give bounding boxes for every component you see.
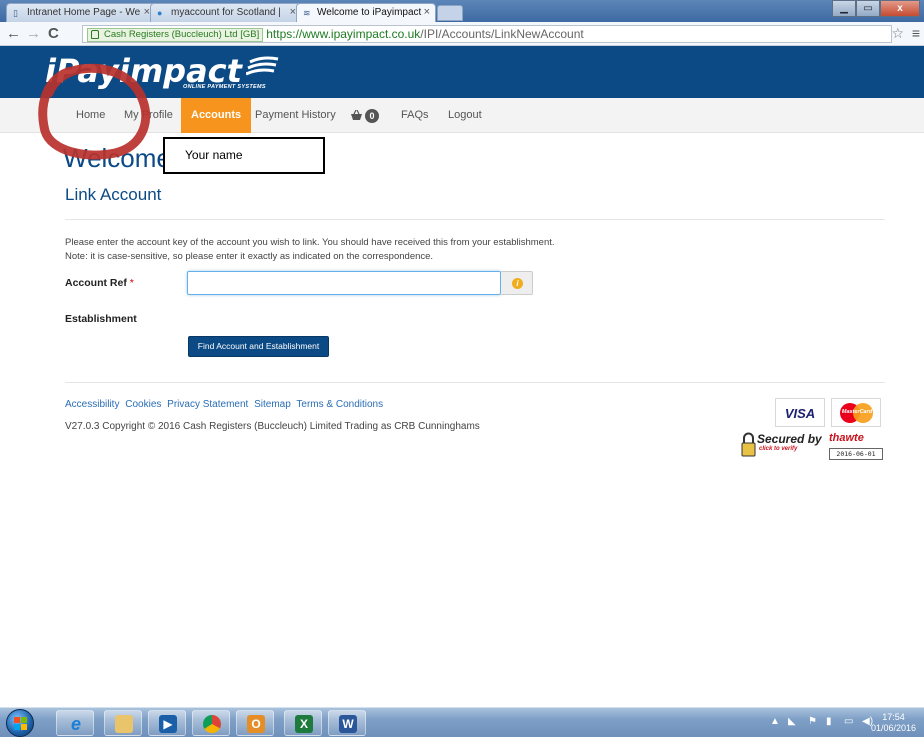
taskbar-outlook[interactable]: O	[236, 710, 274, 736]
logo-subtitle: ONLINE PAYMENT SYSTEMS	[183, 84, 266, 90]
address-bar-row: ← → C Cash Registers (Buccleuch) Ltd [GB…	[0, 22, 924, 46]
nav-home[interactable]: Home	[76, 98, 105, 133]
windows-logo-icon	[14, 717, 27, 730]
browser-tabstrip: ▯ Intranet Home Page - We × ● myaccount …	[0, 0, 924, 22]
forward-icon[interactable]: →	[26, 25, 41, 42]
footer-link-terms[interactable]: Terms & Conditions	[296, 399, 383, 410]
action-center-flag-icon[interactable]: ⚑	[808, 716, 817, 727]
page-title: Link Account	[65, 185, 162, 204]
nav-my-profile[interactable]: My Profile	[124, 98, 173, 133]
url-input[interactable]: Cash Registers (Buccleuch) Ltd [GB] http…	[82, 25, 892, 43]
logo-wave-icon	[246, 56, 279, 76]
minimize-button[interactable]: ▁	[832, 0, 856, 17]
seal-thawte-wordmark: thawte	[829, 432, 864, 444]
basket-icon	[351, 110, 362, 120]
battery-icon[interactable]: ▮	[826, 716, 832, 727]
divider	[65, 219, 885, 220]
instruction-text: Please enter the account key of the acco…	[65, 237, 555, 248]
cert-label: Cash Registers (Buccleuch) Ltd [GB]	[104, 29, 260, 40]
network-icon[interactable]: ◣	[788, 716, 796, 727]
browser-tab-ipayimpact[interactable]: ≋ Welcome to iPayimpact ×	[296, 3, 436, 22]
required-marker: *	[129, 277, 134, 289]
tab-title: myaccount for Scotland |	[171, 7, 281, 18]
footer-link-cookies[interactable]: Cookies	[125, 399, 161, 410]
tab-title: Welcome to iPayimpact	[317, 7, 422, 18]
nav-logout[interactable]: Logout	[448, 98, 482, 133]
padlock-icon	[741, 432, 756, 457]
taskbar-word[interactable]: W	[328, 710, 366, 736]
footer-link-privacy[interactable]: Privacy Statement	[167, 399, 248, 410]
excel-icon: X	[295, 715, 313, 733]
thawte-seal[interactable]: Secured by thawte click to verify 2016-0…	[738, 430, 884, 462]
taskbar-internet-explorer[interactable]: e	[56, 710, 94, 736]
lock-icon	[91, 30, 99, 39]
account-ref-label: Account Ref *	[65, 277, 134, 289]
taskbar-clock[interactable]: 17:54 01/06/2016	[871, 712, 916, 734]
establishment-label: Establishment	[65, 313, 137, 325]
ev-certificate-badge[interactable]: Cash Registers (Buccleuch) Ltd [GB]	[87, 28, 264, 42]
folder-icon	[115, 715, 133, 733]
find-account-button[interactable]: Find Account and Establishment	[188, 336, 329, 357]
windows-taskbar: e ▶ O X W ▲ ◣ ⚑ ▮ ▭ ◀) 17:54 01/06/2016	[0, 707, 924, 737]
system-tray: ▲ ◣ ⚑ ▮ ▭ ◀) 17:54 01/06/2016	[754, 708, 924, 737]
browser-tab-myaccount[interactable]: ● myaccount for Scotland | ×	[150, 3, 302, 22]
seal-secured-by: Secured by	[757, 432, 822, 446]
nav-accounts[interactable]: Accounts	[181, 98, 252, 133]
nav-basket[interactable]: 0	[350, 98, 379, 133]
account-ref-input[interactable]	[187, 271, 501, 295]
clock-date: 01/06/2016	[870, 723, 916, 733]
close-window-button[interactable]: x	[880, 0, 920, 17]
browser-menu-icon[interactable]: ≡	[912, 25, 920, 41]
reload-icon[interactable]: C	[48, 25, 59, 42]
footer-link-sitemap[interactable]: Sitemap	[254, 399, 291, 410]
tab-close-icon[interactable]: ×	[424, 6, 430, 18]
new-tab-button[interactable]	[437, 5, 463, 21]
name-redaction-box: Your name	[163, 137, 325, 174]
clock-time: 17:54	[882, 712, 905, 722]
site-banner: iPayimpact ONLINE PAYMENT SYSTEMS	[0, 46, 924, 98]
start-button[interactable]	[6, 709, 34, 737]
word-icon: W	[339, 715, 357, 733]
ipayimpact-favicon-icon: ≋	[303, 8, 311, 18]
divider	[65, 382, 885, 383]
taskbar-excel[interactable]: X	[284, 710, 322, 736]
site-nav: Home My Profile Accounts Payment History…	[0, 98, 924, 133]
mastercard-wordmark: MasterCard	[841, 409, 873, 415]
window-controls: ▁ ▭ x	[832, 0, 920, 17]
bookmark-star-icon[interactable]: ☆	[891, 25, 904, 42]
url-host: https://www.ipayimpact.co.uk	[266, 27, 421, 41]
screen: ▯ Intranet Home Page - We × ● myaccount …	[0, 0, 924, 737]
tray-expand-icon[interactable]: ▲	[770, 716, 780, 727]
copyright-text: V27.0.3 Copyright © 2016 Cash Registers …	[65, 421, 480, 432]
info-icon: i	[512, 278, 523, 289]
browser-tab-intranet[interactable]: ▯ Intranet Home Page - We ×	[6, 3, 156, 22]
person-icon: ●	[157, 8, 163, 18]
play-icon: ▶	[159, 715, 177, 733]
maximize-button[interactable]: ▭	[856, 0, 880, 17]
chrome-icon	[203, 715, 221, 733]
seal-click-to-verify[interactable]: click to verify	[759, 446, 797, 452]
tab-title: Intranet Home Page - We	[27, 7, 141, 18]
taskbar-file-explorer[interactable]	[104, 710, 142, 736]
internet-explorer-icon: e	[70, 714, 81, 734]
welcome-heading: Welcome	[63, 143, 171, 173]
footer-link-accessibility[interactable]: Accessibility	[65, 399, 119, 410]
visa-logo: VISA	[775, 398, 825, 427]
basket-count-badge: 0	[365, 108, 379, 123]
page-icon: ▯	[13, 8, 18, 18]
taskbar-media-player[interactable]: ▶	[148, 710, 186, 736]
url-path: /IPI/Accounts/LinkNewAccount	[420, 27, 584, 41]
taskbar-chrome[interactable]	[192, 710, 230, 736]
nav-payment-history[interactable]: Payment History	[255, 98, 336, 133]
seal-date: 2016-06-01	[829, 448, 883, 460]
footer-links: Accessibility Cookies Privacy Statement …	[65, 399, 386, 410]
nav-faqs[interactable]: FAQs	[401, 98, 429, 133]
outlook-icon: O	[247, 715, 265, 733]
account-ref-label-text: Account Ref	[65, 277, 127, 289]
account-ref-info-button[interactable]: i	[501, 271, 533, 295]
monitor-icon[interactable]: ▭	[844, 716, 853, 727]
back-icon[interactable]: ←	[6, 25, 21, 42]
case-sensitive-note: Note: it is case-sensitive, so please en…	[65, 251, 434, 262]
mastercard-logo: MasterCard	[831, 398, 881, 427]
